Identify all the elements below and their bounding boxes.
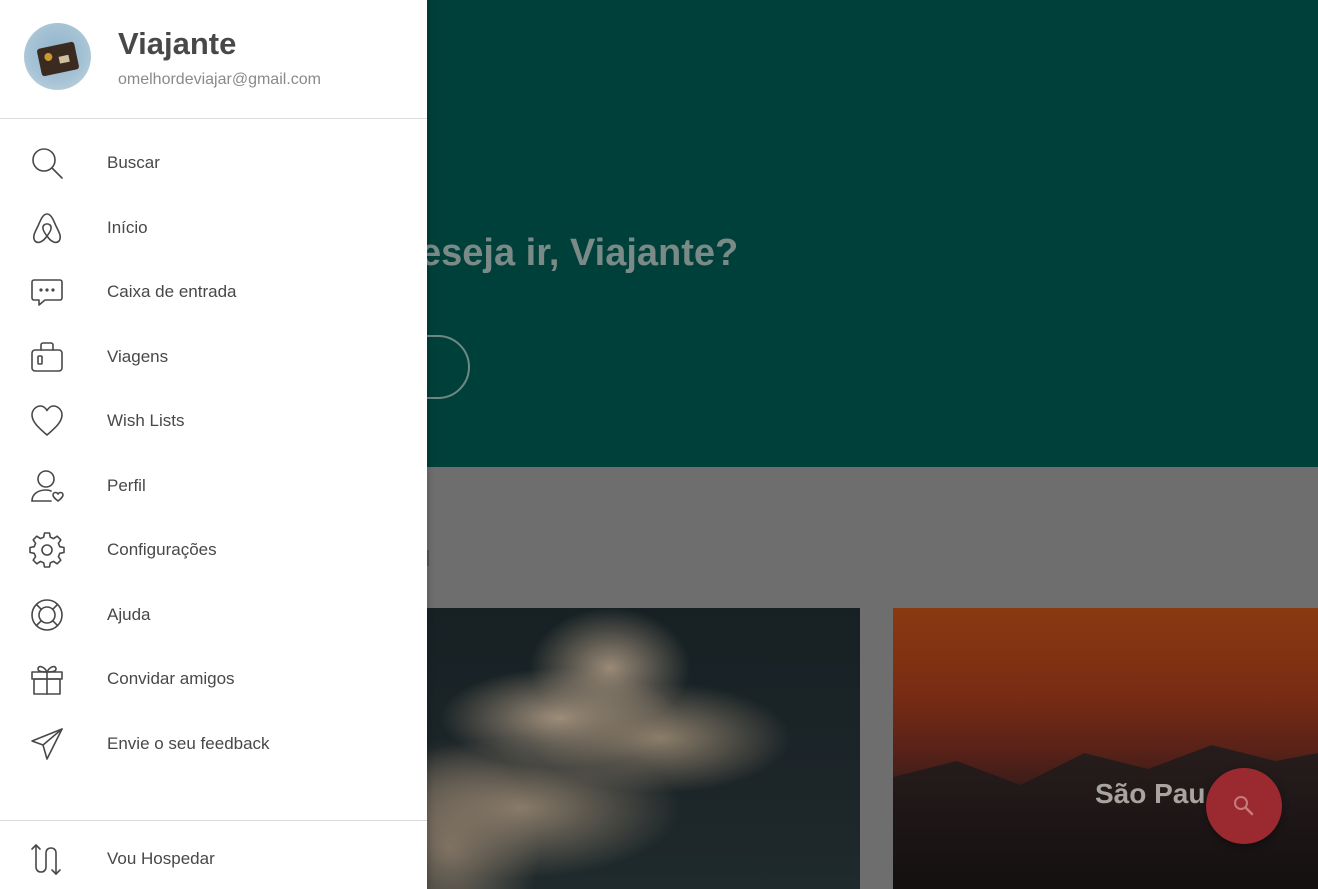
search-icon — [1234, 796, 1254, 816]
menu-item-buscar[interactable]: Buscar — [0, 131, 427, 196]
navigation-drawer: Viajante omelhordeviajar@gmail.com Busca… — [0, 0, 427, 889]
search-icon — [28, 144, 66, 182]
heart-icon — [28, 402, 66, 440]
search-fab-button[interactable] — [1206, 768, 1282, 844]
menu-item-label: Perfil — [107, 475, 146, 495]
menu-item-label: Ajuda — [107, 604, 151, 624]
drawer-divider — [0, 820, 427, 821]
airbnb-logo-icon — [28, 209, 66, 247]
menu-item-configuracoes[interactable]: Configurações — [0, 518, 427, 583]
menu-item-label: Buscar — [107, 153, 160, 173]
menu-item-viagens[interactable]: Viagens — [0, 325, 427, 390]
lifebuoy-icon — [28, 596, 66, 634]
menu-item-label: Viagens — [107, 346, 169, 366]
menu-item-convidar-amigos[interactable]: Convidar amigos — [0, 647, 427, 712]
avatar[interactable] — [24, 23, 91, 90]
profile-icon — [28, 467, 66, 505]
hero-title: eseja ir, Viajante? — [420, 232, 739, 274]
drawer-menu: Buscar Início Caixa de entrada Viagens W… — [0, 131, 427, 776]
suitcase-icon — [28, 338, 66, 376]
menu-item-label: Caixa de entrada — [107, 282, 237, 302]
menu-item-label: Início — [107, 217, 148, 237]
menu-item-wish-lists[interactable]: Wish Lists — [0, 389, 427, 454]
menu-item-label: Vou Hospedar — [107, 848, 215, 868]
drawer-header: Viajante omelhordeviajar@gmail.com — [0, 0, 427, 119]
user-email: omelhordeviajar@gmail.com — [118, 71, 321, 88]
menu-item-ajuda[interactable]: Ajuda — [0, 583, 427, 648]
menu-item-inicio[interactable]: Início — [0, 196, 427, 261]
menu-item-label: Configurações — [107, 540, 217, 560]
menu-item-caixa-de-entrada[interactable]: Caixa de entrada — [0, 260, 427, 325]
paper-plane-icon — [28, 725, 66, 763]
menu-item-vou-hospedar[interactable]: Vou Hospedar — [0, 828, 427, 889]
switch-arrows-icon — [28, 840, 66, 878]
user-name: Viajante — [118, 26, 237, 61]
menu-item-label: Wish Lists — [107, 411, 185, 431]
menu-item-perfil[interactable]: Perfil — [0, 454, 427, 519]
menu-item-enviar-feedback[interactable]: Envie o seu feedback — [0, 712, 427, 777]
destination-card-city[interactable]: São Pau — [893, 608, 1318, 889]
destination-card-title: São Pau — [1095, 778, 1206, 809]
menu-item-label: Envie o seu feedback — [107, 733, 270, 753]
gear-icon — [28, 531, 66, 569]
message-bubble-icon — [28, 273, 66, 311]
gift-icon — [28, 660, 66, 698]
menu-item-label: Convidar amigos — [107, 669, 235, 689]
avatar-suitcase-image — [36, 41, 80, 77]
